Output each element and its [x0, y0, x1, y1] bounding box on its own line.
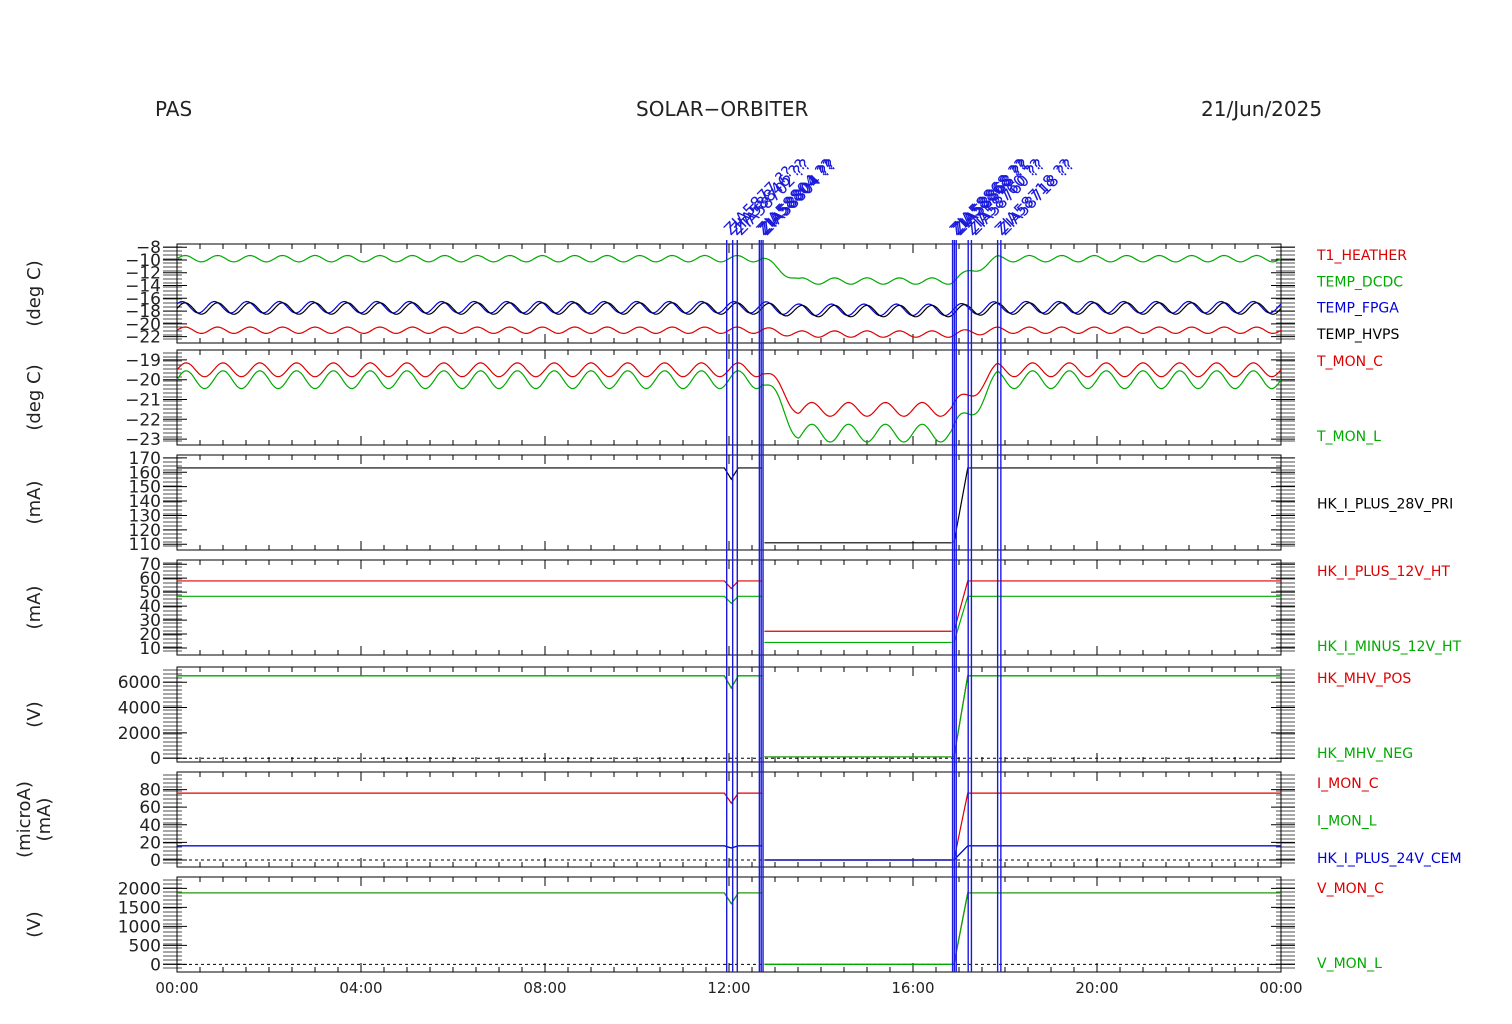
y-tick-label: 20 — [139, 833, 161, 853]
series-line-t-mon-l — [176, 370, 1282, 443]
legend-hk-i-plus-12v-ht: HK_I_PLUS_12V_HT — [1317, 564, 1450, 580]
time-axis: 00:00 04:00 08:00 12:00 16:00 20:00 00:00 — [155, 979, 1302, 997]
x-tick-label: 04:00 — [339, 979, 382, 997]
x-tick-label: 08:00 — [523, 979, 566, 997]
y-tick-label: 80 — [139, 781, 161, 801]
y-axis-label: (V) — [24, 701, 45, 727]
y-tick-label: 40 — [139, 816, 161, 836]
panel-frame — [176, 454, 1282, 551]
y-tick-label: 4000 — [118, 699, 161, 719]
panel-frame — [176, 559, 1282, 656]
y-tick-label: −22 — [125, 328, 161, 348]
x-tick-label: 20:00 — [1075, 979, 1118, 997]
legend-temp-fpga: TEMP_FPGA — [1316, 301, 1399, 317]
series-line-hk-i-plus-12v-ht — [177, 580, 1281, 632]
legend-t-mon-l: T_MON_L — [1316, 429, 1381, 445]
legend-hk-i-minus-12v-ht: HK_I_MINUS_12V_HT — [1317, 639, 1462, 655]
panel-monitor_temps: −19−20−21−22−23 (deg C) T_MON_C T_MON_L — [24, 349, 1383, 450]
panel-v_mon: 0500100015002000 (V) V_MON_C V_MON_L — [24, 876, 1384, 975]
y-axis-label: (deg C) — [24, 260, 45, 326]
x-tick-label: 00:00 — [1259, 979, 1302, 997]
panel-frame — [176, 876, 1282, 973]
chart-root: PAS SOLAR−ORBITER 21/Jun/2025 −8 −10 −12 −1… — [0, 0, 1512, 1020]
panel-frame — [176, 771, 1282, 868]
legend-hk-mhv-neg: HK_MHV_NEG — [1317, 746, 1413, 762]
series-line-hk-i-plus-28v-pri — [177, 467, 1281, 544]
series-line-hk-i-plus-24v-cem — [177, 845, 1281, 861]
legend-t1-heather: T1_HEATHER — [1316, 248, 1407, 264]
legend-v-mon-c: V_MON_C — [1317, 881, 1384, 897]
y-tick-label: −19 — [125, 351, 161, 371]
legend-temp-hvps: TEMP_HVPS — [1316, 327, 1399, 343]
x-tick-label: 16:00 — [891, 979, 934, 997]
series-line-temp-dcdc — [176, 254, 1282, 285]
y-tick-label: 2000 — [118, 724, 161, 744]
y-tick-label: 0 — [150, 851, 161, 871]
header-right: 21/Jun/2025 — [1201, 97, 1322, 121]
y-tick-label: 1500 — [118, 898, 161, 918]
series-line-v-mon-l — [177, 892, 1281, 965]
x-tick-label: 12:00 — [707, 979, 750, 997]
legend-hk-i-plus-24v-cem: HK_I_PLUS_24V_CEM — [1317, 851, 1462, 867]
series-line-i-mon-c — [177, 792, 1281, 861]
header-left: PAS — [155, 97, 192, 121]
y-axis-label: (mA) — [24, 481, 45, 525]
series-line-temp-hvps — [176, 302, 1282, 318]
panel-i_28v: 110120130140150160170(mA) HK_I_PLUS_28V_P… — [24, 449, 1453, 555]
panel-i_12v: 10203040506070(mA)HK_I_PLUS_12V_HTHK_I_M… — [24, 555, 1462, 659]
y-tick-label: 70 — [139, 555, 161, 575]
series-line-t-mon-c — [176, 362, 1282, 417]
y-tick-label: 170 — [129, 449, 161, 469]
y-tick-label: 500 — [129, 936, 161, 956]
series-line-hk-mhv-neg — [177, 675, 1281, 758]
y-tick-label: −21 — [125, 390, 161, 410]
x-tick-label: 00:00 — [155, 979, 198, 997]
panel-mhv: 0 2000 4000 6000 (V) HK_MHV_POS HK_MHV_NEG — [24, 666, 1413, 769]
panel-temps: −8−10−12−14−16−18−20−22(deg C)T1_HEATHER… — [24, 238, 1407, 347]
y-axis-label: (V) — [24, 911, 45, 937]
panel-frame — [176, 349, 1282, 446]
legend-v-mon-l: V_MON_L — [1317, 956, 1382, 972]
legend-i-mon-c: I_MON_C — [1317, 776, 1379, 792]
header-center: SOLAR−ORBITER — [636, 97, 808, 121]
series-line-hk-mhv-pos — [177, 675, 1281, 758]
legend-hk-mhv-pos: HK_MHV_POS — [1317, 671, 1411, 687]
y-tick-label: 2000 — [118, 879, 161, 899]
y-tick-label: 0 — [150, 955, 161, 975]
y-tick-label: −23 — [125, 430, 161, 450]
y-tick-label: −20 — [125, 371, 161, 391]
series-line-hk-i-minus-12v-ht — [177, 595, 1281, 644]
legend-t-mon-c: T_MON_C — [1316, 354, 1383, 370]
series-line-i-mon-l — [177, 845, 1281, 861]
y-axis-label: (microA) — [14, 781, 35, 858]
y-axis-label: (mA) — [24, 586, 45, 630]
y-axis-label: (deg C) — [24, 364, 45, 430]
legend-temp-dcdc: TEMP_DCDC — [1316, 274, 1403, 290]
chart-svg: PAS SOLAR−ORBITER 21/Jun/2025 −8−10−12−1… — [14, 97, 1462, 997]
panel-frame — [176, 666, 1282, 763]
legend-i-mon-l: I_MON_L — [1317, 814, 1377, 830]
y-tick-label: −22 — [125, 410, 161, 430]
y-axis-label: (mA) — [34, 798, 55, 842]
y-tick-label: 60 — [139, 798, 161, 818]
y-tick-label: 0 — [150, 749, 161, 769]
y-tick-label: 1000 — [118, 917, 161, 937]
series-line-v-mon-c — [177, 892, 1281, 965]
y-tick-label: 6000 — [118, 673, 161, 693]
legend-hk-i-plus-28v-pri: HK_I_PLUS_28V_PRI — [1317, 497, 1453, 513]
